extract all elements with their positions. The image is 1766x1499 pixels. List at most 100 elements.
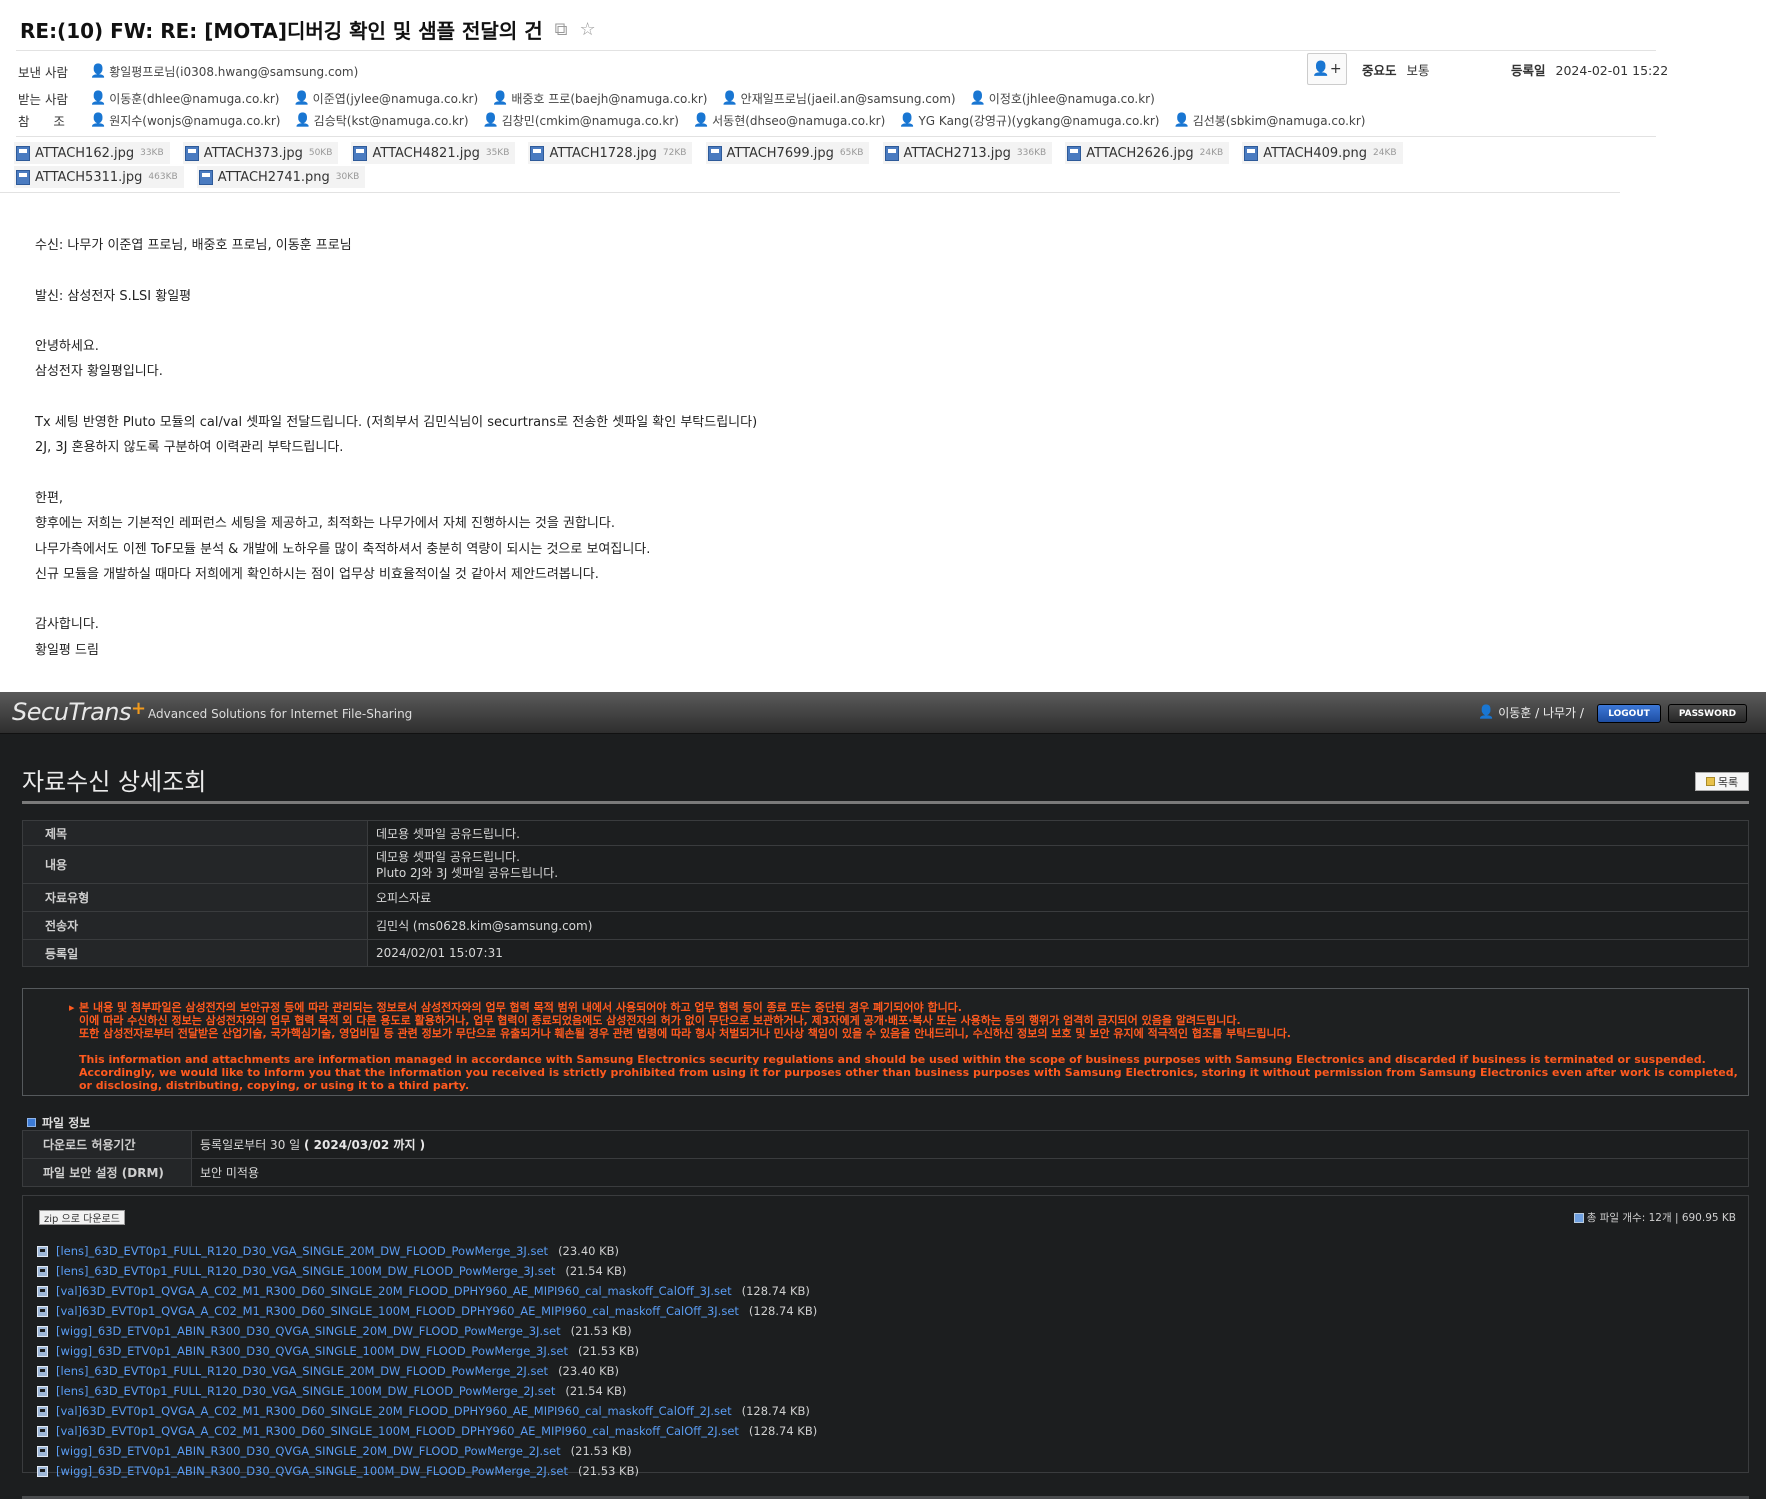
add-user-icon: 👤+ xyxy=(1312,61,1342,77)
file-row: [lens]_63D_EVT0p1_FULL_R120_D30_VGA_SING… xyxy=(37,1381,817,1401)
file-link[interactable]: [wigg]_63D_ETV0p1_ABIN_R300_D30_QVGA_SIN… xyxy=(56,1324,561,1338)
person-icon: 👤 xyxy=(90,91,107,106)
file-link[interactable]: [wigg]_63D_ETV0p1_ABIN_R300_D30_QVGA_SIN… xyxy=(56,1444,561,1458)
image-file-icon xyxy=(198,169,213,185)
attachment-item[interactable]: ATTACH2741.png 30KB xyxy=(196,166,366,188)
page-title: 자료수신 상세조회 xyxy=(22,768,207,796)
attachment-item[interactable]: ATTACH409.png 24KB xyxy=(1242,142,1403,164)
person-icon: 👤 xyxy=(294,113,311,128)
cc-recipient[interactable]: 👤 원지수(wonjs@namuga.co.kr) xyxy=(90,112,280,129)
cc-recipient[interactable]: 👤 김승탁(kst@namuga.co.kr) xyxy=(294,112,468,129)
secutrans-view: SecuTrans+ Advanced Solutions for Intern… xyxy=(0,692,1766,1499)
disk-icon xyxy=(37,1345,48,1357)
copy-icon[interactable]: ⧉ xyxy=(555,19,568,40)
file-row: [val]63D_EVT0p1_QVGA_A_C02_M1_R300_D60_S… xyxy=(37,1281,817,1301)
file-row: [wigg]_63D_ETV0p1_ABIN_R300_D30_QVGA_SIN… xyxy=(37,1441,817,1461)
importance: 중요도 보통 xyxy=(1362,60,1430,79)
file-list-box: zip 으로 다운로드 총 파일 개수: 12개 | 690.95 KB [le… xyxy=(22,1195,1749,1478)
recipient[interactable]: 👤 배중호 프로(baejh@namuga.co.kr) xyxy=(492,90,707,107)
file-link[interactable]: [lens]_63D_EVT0p1_FULL_R120_D30_VGA_SING… xyxy=(56,1244,548,1258)
attachment-item[interactable]: ATTACH4821.jpg 35KB xyxy=(351,142,516,164)
sender-label: 전송자 xyxy=(22,911,368,940)
disk-icon xyxy=(37,1265,48,1277)
title-divider xyxy=(22,801,1749,804)
person-icon: 👤 xyxy=(899,113,916,128)
attachment-item[interactable]: ATTACH2713.jpg 336KB xyxy=(882,142,1053,164)
file-link[interactable]: [lens]_63D_EVT0p1_FULL_R120_D30_VGA_SING… xyxy=(56,1364,548,1378)
file-link[interactable]: [val]63D_EVT0p1_QVGA_A_C02_M1_R300_D60_S… xyxy=(56,1424,739,1438)
recipient[interactable]: 👤 이동훈(dhlee@namuga.co.kr) xyxy=(90,90,279,107)
recipient[interactable]: 👤 이정호(jhlee@namuga.co.kr) xyxy=(970,90,1155,107)
email-subject: RE:(10) FW: RE: [MOTA]디버깅 확인 및 샘플 전달의 건 … xyxy=(20,14,596,44)
cc-recipient[interactable]: 👤 김창민(cmkim@namuga.co.kr) xyxy=(483,112,679,129)
cc-recipient[interactable]: 👤 김선봉(sbkim@namuga.co.kr) xyxy=(1174,112,1366,129)
sender[interactable]: 👤 황일평프로님(i0308.hwang@samsung.com) xyxy=(90,63,358,80)
cc-recipient[interactable]: 👤 YG Kang(강영규)(ygkang@namuga.co.kr) xyxy=(899,112,1159,129)
disk-icon xyxy=(37,1385,48,1397)
file-row: [lens]_63D_EVT0p1_FULL_R120_D30_VGA_SING… xyxy=(37,1361,817,1381)
attachment-item[interactable]: ATTACH2626.jpg 24KB xyxy=(1065,142,1230,164)
total-files: 총 파일 개수: 12개 | 690.95 KB xyxy=(1573,1210,1736,1225)
list-button[interactable]: 목록 xyxy=(1695,772,1749,791)
password-button[interactable]: PASSWORD xyxy=(1668,704,1747,723)
divider xyxy=(16,50,1656,51)
file-link[interactable]: [val]63D_EVT0p1_QVGA_A_C02_M1_R300_D60_S… xyxy=(56,1404,732,1418)
person-icon: 👤 xyxy=(969,91,986,106)
cc-recipient[interactable]: 👤 서동현(dhseo@namuga.co.kr) xyxy=(693,112,885,129)
file-link[interactable]: [val]63D_EVT0p1_QVGA_A_C02_M1_R300_D60_S… xyxy=(56,1304,739,1318)
file-link[interactable]: [wigg]_63D_ETV0p1_ABIN_R300_D30_QVGA_SIN… xyxy=(56,1464,568,1478)
image-file-icon xyxy=(16,169,30,185)
title-label: 제목 xyxy=(22,820,368,846)
file-link[interactable]: [val]63D_EVT0p1_QVGA_A_C02_M1_R300_D60_S… xyxy=(56,1284,732,1298)
divider xyxy=(0,192,1620,193)
security-notice: 본 내용 및 첨부파일은 삼성전자의 보안규정 등에 따라 관리되는 정보로서 … xyxy=(22,988,1749,1096)
download-period-value: 등록일로부터 30 일 ( 2024/03/02 까지 ) xyxy=(191,1130,1749,1159)
add-contact-button[interactable]: 👤+ xyxy=(1307,53,1347,85)
table-row: 내용 데모용 셋파일 공유드립니다. Pluto 2J와 3J 셋파일 공유드립… xyxy=(22,845,1749,884)
image-file-icon xyxy=(184,145,199,161)
detail-table: 제목 데모용 셋파일 공유드립니다. 내용 데모용 셋파일 공유드립니다. Pl… xyxy=(22,820,1749,967)
to-row: 받는 사람 👤 이동훈(dhlee@namuga.co.kr) 👤 이준엽(jyle… xyxy=(18,89,1169,108)
logout-button[interactable]: LOGOUT xyxy=(1597,704,1661,723)
attachment-item[interactable]: ATTACH162.jpg 33KB xyxy=(14,142,170,164)
attachment-item[interactable]: ATTACH7699.jpg 65KB xyxy=(705,142,870,164)
file-link[interactable]: [lens]_63D_EVT0p1_FULL_R120_D30_VGA_SING… xyxy=(56,1384,555,1398)
subject-text: RE:(10) FW: RE: [MOTA]디버깅 확인 및 샘플 전달의 건 xyxy=(20,18,543,43)
person-icon: 👤 xyxy=(1173,113,1190,128)
attachment-item[interactable]: ATTACH1728.jpg 72KB xyxy=(528,142,693,164)
person-icon: 👤 xyxy=(90,113,107,128)
table-row: 자료유형 오피스자료 xyxy=(22,883,1749,912)
content-value: 데모용 셋파일 공유드립니다. Pluto 2J와 3J 셋파일 공유드립니다. xyxy=(367,845,1749,884)
image-file-icon xyxy=(530,145,545,161)
notice-en: This information and attachments are inf… xyxy=(79,1053,1738,1092)
disk-icon xyxy=(37,1365,48,1377)
file-row: [val]63D_EVT0p1_QVGA_A_C02_M1_R300_D60_S… xyxy=(37,1421,817,1441)
attachment-item[interactable]: ATTACH5311.jpg 463KB xyxy=(14,166,184,188)
disk-icon xyxy=(37,1405,48,1417)
date-value: 2024/02/01 15:07:31 xyxy=(367,939,1749,967)
disk-icon xyxy=(37,1425,48,1437)
disk-icon xyxy=(37,1285,48,1297)
secutrans-logo[interactable]: SecuTrans+ xyxy=(12,698,146,726)
notice-kr-3: 또한 삼성전자로부터 전달받은 산업기술, 국가핵심기술, 영업비밀 등 관련 … xyxy=(79,1027,1291,1040)
file-list: [lens]_63D_EVT0p1_FULL_R120_D30_VGA_SING… xyxy=(37,1241,817,1481)
body-line: 발신: 삼성전자 S.LSI 황일평 xyxy=(35,288,192,304)
person-icon: 👤 xyxy=(492,91,509,106)
star-icon[interactable]: ☆ xyxy=(579,19,595,40)
person-icon: 👤 xyxy=(692,113,710,128)
disk-icon xyxy=(37,1305,48,1317)
file-info-table: 다운로드 허용기간 등록일로부터 30 일 ( 2024/03/02 까지 ) … xyxy=(22,1130,1749,1187)
body-line xyxy=(35,258,757,283)
body-line: 수신: 나무가 이준엽 프로님, 배중호 프로님, 이동훈 프로님 xyxy=(35,238,352,253)
attachment-item[interactable]: ATTACH373.jpg 50KB xyxy=(182,142,339,164)
file-link[interactable]: [lens]_63D_EVT0p1_FULL_R120_D30_VGA_SING… xyxy=(56,1264,555,1278)
table-row: 제목 데모용 셋파일 공유드립니다. xyxy=(22,820,1749,846)
file-link[interactable]: [wigg]_63D_ETV0p1_ABIN_R300_D30_QVGA_SIN… xyxy=(56,1344,568,1358)
recipient[interactable]: 👤 안재일프로님(jaeil.an@samsung.com) xyxy=(721,90,955,107)
recipient[interactable]: 👤 이준엽(jylee@namuga.co.kr) xyxy=(293,90,478,107)
email-view: RE:(10) FW: RE: [MOTA]디버깅 확인 및 샘플 전달의 건 … xyxy=(0,0,1766,692)
zip-download-button[interactable]: zip 으로 다운로드 xyxy=(39,1210,125,1225)
body-line: 안녕하세요. xyxy=(35,339,99,355)
body-line: 2J, 3J 혼용하지 않도록 구분하여 이력관리 부탁드립니다. xyxy=(35,440,344,456)
type-label: 자료유형 xyxy=(22,883,368,912)
